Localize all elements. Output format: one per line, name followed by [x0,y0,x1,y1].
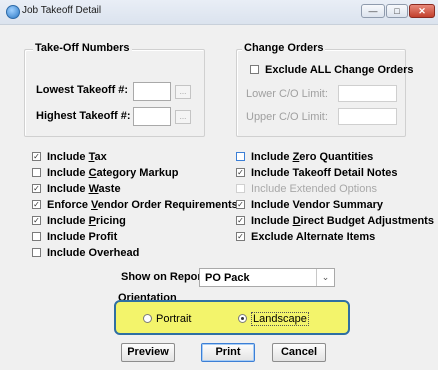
option-label-accelerator: D [292,214,301,227]
portrait-radio[interactable]: Portrait [143,313,191,325]
option-label-text: ategory Markup [96,166,179,179]
highest-takeoff-label: Highest Takeoff #: [36,110,131,122]
lowest-takeoff-label: Lowest Takeoff #: [36,84,129,96]
radio-icon[interactable] [143,314,152,323]
show-on-report-label: Show on Report: [121,271,209,283]
landscape-label: Landscape [251,312,309,326]
upper-co-limit-input[interactable] [338,108,397,125]
option-label-text: ax [94,150,107,163]
option-label: Include Category Markup [47,167,178,179]
checkbox-checked-icon[interactable]: ✓ [236,200,245,209]
option-label: Include Zero Quantities [251,151,373,163]
option-label-accelerator: V [91,198,98,211]
radio-selected-icon[interactable] [238,314,247,323]
close-button[interactable]: ✕ [409,4,435,18]
option-label-text: Include [251,214,293,227]
option-label: Include Overhead [47,247,139,259]
option-label-text: Include [47,166,89,179]
lowest-takeoff-input[interactable] [133,82,171,101]
option-label-accelerator: W [88,182,99,195]
cancel-button[interactable]: Cancel [272,343,326,362]
right-option-checkbox[interactable]: ✓ Exclude Alternate Items [236,230,375,243]
left-option-checkbox[interactable]: Include Profit [32,230,117,243]
option-label: Include Waste [47,183,121,195]
option-label: Include Direct Budget Adjustments [251,215,434,227]
checkbox-box[interactable] [250,65,259,74]
left-option-checkbox[interactable]: Include Category Markup [32,166,178,179]
option-label-text: Enforce [47,198,92,211]
option-label: Include Takeoff Detail Notes [251,167,398,179]
option-label: Include Extended Options [251,183,377,195]
option-label-text: Include Vendor Summary [251,198,384,211]
option-label: Include Pricing [47,215,126,227]
option-label: Include Tax [47,151,107,163]
option-label-text: Include [251,150,293,163]
left-option-checkbox[interactable]: ✓ Include Waste [32,182,121,195]
window-title: Job Takeoff Detail [22,5,102,16]
option-label-accelerator: P [88,214,96,227]
option-label-text: Include [47,214,89,227]
right-option-checkbox[interactable]: ✓ Include Takeoff Detail Notes [236,166,398,179]
left-option-checkbox[interactable]: ✓ Include Tax [32,150,107,163]
option-label: Exclude Alternate Items [251,231,375,243]
option-label-text: Include [47,150,89,163]
option-label-text: Exclude Alternate Items [251,230,376,243]
report-select[interactable]: PO Pack ⌄ [199,268,335,287]
lower-co-limit-input[interactable] [338,85,397,102]
checkbox-checked-icon[interactable]: ✓ [32,152,41,161]
option-label-text: ricing [95,214,126,227]
checkbox-checked-icon[interactable]: ✓ [32,216,41,225]
checkbox-box[interactable] [32,248,41,257]
left-option-checkbox[interactable]: ✓ Include Pricing [32,214,126,227]
left-option-checkbox[interactable]: Include Overhead [32,246,139,259]
checkbox-checked-icon[interactable]: ✓ [236,216,245,225]
checkbox-checked-icon[interactable]: ✓ [32,200,41,209]
maximize-button[interactable]: □ [386,4,408,18]
app-icon [6,5,20,19]
upper-co-limit-label: Upper C/O Limit: [246,111,328,123]
option-label-text: aste [98,182,121,195]
option-label: Include Profit [47,231,117,243]
option-label: Enforce Vendor Order Requirements [47,199,238,211]
option-label-text: Include Profit [47,230,118,243]
option-label-text: ero Quantities [299,150,374,163]
option-label-text: irect Budget Adjustments [300,214,434,227]
option-label-text: Include Extended Options [251,182,377,195]
option-label-accelerator: C [88,166,97,179]
chevron-down-icon[interactable]: ⌄ [316,269,334,286]
report-selected-value: PO Pack [205,272,250,284]
lower-co-limit-label: Lower C/O Limit: [246,88,328,100]
checkbox-checked-icon[interactable]: ✓ [236,232,245,241]
title-bar: Job Takeoff Detail — □ ✕ [0,0,438,25]
highest-takeoff-browse-button[interactable]: ... [175,110,191,124]
lowest-takeoff-browse-button[interactable]: ... [175,85,191,99]
option-label-text: Include Overhead [47,246,140,259]
right-option-checkbox[interactable]: Include Extended Options [236,182,377,195]
checkbox-checked-icon[interactable]: ✓ [32,184,41,193]
checkbox-box[interactable] [236,184,245,193]
checkbox-box[interactable] [32,168,41,177]
portrait-label: Portrait [156,313,192,325]
option-label-text: Include [47,182,89,195]
highest-takeoff-input[interactable] [133,107,171,126]
change-orders-legend: Change Orders [242,42,326,54]
right-option-checkbox[interactable]: Include Zero Quantities [236,150,373,163]
takeoff-numbers-legend: Take-Off Numbers [33,42,132,54]
exclude-all-change-orders-label: Exclude ALL Change Orders [265,63,414,76]
right-option-checkbox[interactable]: ✓ Include Vendor Summary [236,198,383,211]
left-option-checkbox[interactable]: ✓ Enforce Vendor Order Requirements [32,198,238,211]
right-option-checkbox[interactable]: ✓ Include Direct Budget Adjustments [236,214,434,227]
preview-button[interactable]: Preview [121,343,175,362]
exclude-all-change-orders-checkbox[interactable]: Exclude ALL Change Orders [250,63,414,76]
checkbox-box[interactable] [32,232,41,241]
option-label-text: endor Order Requirements [97,198,238,211]
option-label-text: Include Takeoff Detail Notes [251,166,398,179]
landscape-radio[interactable]: Landscape [238,312,309,326]
option-label: Include Vendor Summary [251,199,383,211]
checkbox-checked-icon[interactable]: ✓ [236,168,245,177]
minimize-button[interactable]: — [361,4,385,18]
print-button[interactable]: Print [201,343,255,362]
checkbox-box[interactable] [236,152,245,161]
